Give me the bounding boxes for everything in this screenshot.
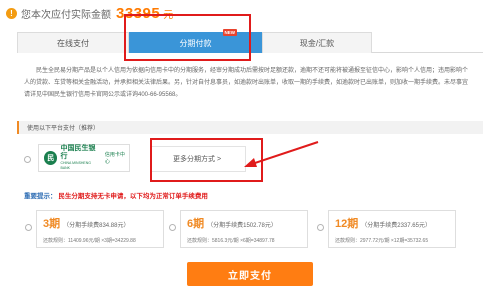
plan-rule: 还款规则：2977.72元/期 ×12期=35732.65 [335,238,429,244]
installment-plan-6[interactable]: 6期 （分期手续费1502.78元） 还款规则：5816.3元/期 ×6期=34… [180,210,308,248]
amount-label: 您本次应付实际金额 [21,9,111,21]
platform-section-header: 使用以下平台支付（推荐） [17,121,483,134]
warning-icon: ! [6,7,17,19]
description-text: 民生全民易分期产品是以个人信用为依据向信用卡中的分期服务，经审分期成功后需按时足… [24,68,469,98]
pay-now-button[interactable]: 立即支付 [187,262,313,286]
tab-label: 在线支付 [57,38,89,48]
bank-radio[interactable] [24,156,31,163]
annotation-arrow-icon [244,141,319,167]
bank-name-block: 中国民生银行 CHINA MINSHENG BANK [60,145,100,171]
plan-periods: 12期 [335,218,359,230]
plan-fee: （分期手续费2337.65元） [361,223,431,229]
minsheng-logo-icon: 民 [44,151,58,165]
plan-3-radio[interactable] [25,224,32,231]
section-title: 使用以下平台支付（推荐） [27,126,100,132]
bank-card-center-tag: 信用卡中心 [104,152,125,165]
plan-6-radio[interactable] [169,224,176,231]
bank-name: 中国民生银行 [60,145,96,160]
plan-rule: 还款规则：5816.3元/期 ×6期=34897.78 [187,238,275,244]
plan-rule: 还款规则：11409.96元/期 ×3期=34229.88 [43,238,136,244]
minsheng-bank-card[interactable]: 民 中国民生银行 CHINA MINSHENG BANK 信用卡中心 [38,144,130,172]
bank-name-en: CHINA MINSHENG BANK [60,161,92,170]
plan-periods: 6期 [187,218,205,230]
installment-plan-3[interactable]: 3期 （分期手续费834.88元） 还款规则：11409.96元/期 ×3期=3… [36,210,164,248]
tab-label: 现金/汇款 [299,38,335,48]
tab-online-payment[interactable]: 在线支付 [17,32,129,53]
installment-plan-12[interactable]: 12期 （分期手续费2337.65元） 还款规则：2977.72元/期 ×12期… [328,210,456,248]
notice-text: 民生分期支持无卡申请，以下均为正常订单手续费用 [58,193,208,200]
important-notice: 重要提示： 民生分期支持无卡申请，以下均为正常订单手续费用 [24,190,208,200]
installment-description: 民生全民易分期产品是以个人信用为依据向信用卡中的分期服务，经审分期成功后需按时足… [24,65,472,101]
pay-button-label: 立即支付 [228,270,272,282]
plan-fee: （分期手续费834.88元） [63,223,130,229]
plan-periods: 3期 [43,218,61,230]
tab-cash-remittance[interactable]: 现金/汇款 [262,32,372,53]
plan-12-radio[interactable] [317,224,324,231]
installment-tab-annotation-box [124,14,251,61]
notice-label: 重要提示： [24,193,57,200]
plan-fee: （分期手续费1502.78元） [207,223,277,229]
